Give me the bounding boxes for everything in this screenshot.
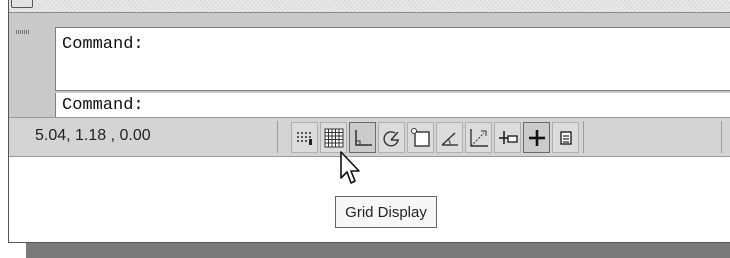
ortho-mode-icon (355, 130, 372, 146)
command-line-panel: Command: Command: (9, 13, 730, 118)
top-toolbar-strip (9, 0, 730, 13)
ortho-mode-button[interactable] (349, 122, 376, 153)
dynamic-input-button[interactable] (494, 122, 521, 153)
grid-display-button[interactable] (320, 122, 347, 153)
tooltip-text: Grid Display (345, 203, 427, 221)
coordinate-display[interactable]: 5.04, 1.18 , 0.00 (35, 127, 151, 145)
panel-grip-icon[interactable] (16, 30, 30, 34)
dynamic-ucs-icon (470, 129, 488, 147)
status-bar: 5.04, 1.18 , 0.00 (9, 117, 730, 157)
status-separator (583, 121, 584, 153)
polar-tracking-icon (383, 131, 399, 147)
object-snap-tracking-icon (441, 132, 458, 146)
panel-handle[interactable] (11, 0, 33, 8)
snap-mode-icon (297, 132, 312, 145)
object-snap-icon (411, 128, 430, 147)
lineweight-icon (529, 130, 545, 146)
object-snap-button[interactable] (407, 122, 434, 153)
status-separator (277, 121, 278, 153)
dynamic-input-icon (499, 131, 518, 144)
lineweight-button[interactable] (523, 122, 550, 153)
command-input[interactable]: Command: (55, 93, 730, 118)
command-history-line: Command: (62, 35, 144, 54)
command-history: Command: (55, 27, 730, 91)
tooltip: Grid Display (335, 196, 437, 228)
mouse-pointer-icon (340, 151, 360, 184)
grid-display-icon (324, 128, 344, 148)
quick-properties-button[interactable] (552, 122, 579, 153)
snap-mode-button[interactable] (291, 122, 318, 153)
dynamic-ucs-button[interactable] (465, 122, 492, 153)
status-separator (721, 121, 722, 153)
polar-tracking-button[interactable] (378, 122, 405, 153)
quick-properties-icon (560, 131, 572, 145)
command-input-prompt: Command: (62, 96, 144, 115)
object-snap-tracking-button[interactable] (436, 122, 463, 153)
